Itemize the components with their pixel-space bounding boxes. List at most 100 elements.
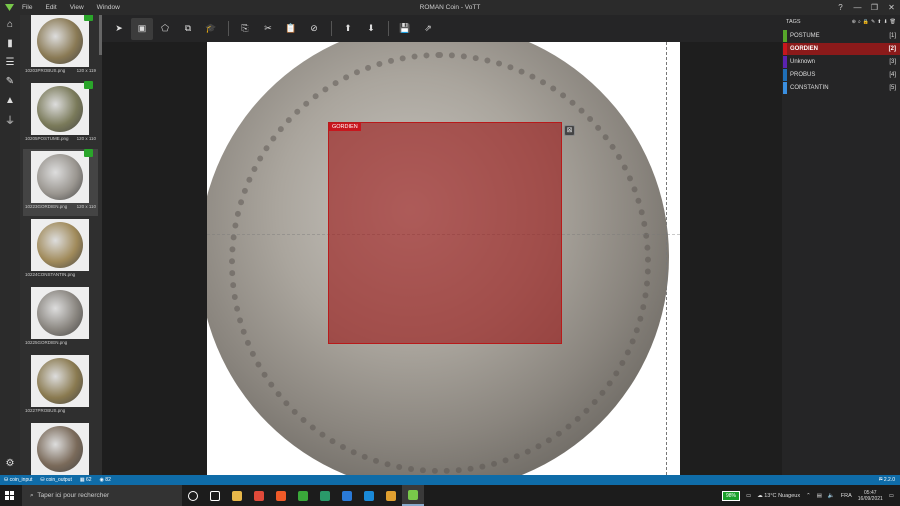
cut-icon[interactable]: ✂ xyxy=(257,18,279,40)
app-version: ⛿ 2.2.0 xyxy=(878,477,895,483)
thumbnail-image xyxy=(31,355,89,407)
edit-tag-icon[interactable]: ✎ xyxy=(871,19,875,25)
help-button[interactable]: ? xyxy=(832,0,849,15)
minimize-button[interactable]: — xyxy=(849,0,866,15)
rectangle-icon[interactable]: ▣ xyxy=(131,17,153,40)
tag-name: GORDIEN xyxy=(790,46,819,52)
battery-indicator[interactable]: 98% xyxy=(721,490,740,501)
asset-thumbnail-list: 10203PROBUS.png 120 x 119 10205POSTUME.png… xyxy=(20,15,102,475)
taskbar-app-app-circle-icon[interactable] xyxy=(314,485,336,506)
export-icon[interactable]: ⇗ xyxy=(417,18,439,40)
delete-tag-icon[interactable]: 🗑 xyxy=(890,19,896,25)
tag-item-gordien[interactable]: GORDIEN [2] xyxy=(783,43,900,55)
thumbnail-filename: 10225GORDIEN.png xyxy=(25,340,68,345)
thumbnail-size: 120 x 119 xyxy=(76,68,96,73)
asset-thumbnail[interactable]: 10225GORDIEN.png xyxy=(23,285,98,352)
search-tag-icon[interactable]: ⌕ xyxy=(858,19,861,25)
tag-item-probus[interactable]: PROBUS [4] xyxy=(783,69,900,81)
source-connection[interactable]: ⛁ coin_input xyxy=(4,477,32,483)
gear-icon[interactable]: ⚙ xyxy=(0,454,20,473)
taskbar-app-chrome-icon[interactable] xyxy=(248,485,270,506)
tray-chevron-icon[interactable]: ⌃ xyxy=(806,493,811,499)
taskbar-app-app-s-icon[interactable] xyxy=(358,485,380,506)
network-icon[interactable]: ▤ xyxy=(817,493,822,499)
tag-hotkey: [3] xyxy=(889,59,896,65)
asset-thumbnail[interactable] xyxy=(23,421,98,475)
polygon-icon[interactable]: ⬠ xyxy=(154,18,176,40)
visited-count: ◉ 82 xyxy=(99,477,111,483)
tag-name: POSTUME xyxy=(790,33,820,39)
menu-view[interactable]: View xyxy=(70,4,84,11)
task-view-icon[interactable] xyxy=(204,485,226,506)
lock-tag-icon[interactable]: 🔒 xyxy=(863,19,869,25)
asset-thumbnail[interactable]: 10224CONSTANTIN.png xyxy=(23,217,98,284)
asset-thumbnail[interactable]: 10203PROBUS.png 120 x 119 xyxy=(23,15,98,80)
asset-thumbnail[interactable]: 10223GORDIEN.png 120 x 110 xyxy=(23,149,98,216)
tag-name: Unknown xyxy=(790,59,816,65)
cortana-icon[interactable] xyxy=(182,485,204,506)
volume-icon[interactable]: 🔈 xyxy=(828,493,835,499)
clear-icon[interactable]: ⊘ xyxy=(303,18,325,40)
sliders-icon[interactable]: ☰ xyxy=(0,53,20,72)
clock[interactable]: 05:47 16/09/2021 xyxy=(858,490,883,502)
move-down-tag-icon[interactable]: ⬇ xyxy=(883,19,887,25)
weather-widget[interactable]: ☁ 13°C Nuageux xyxy=(757,493,800,499)
tagged-count: ▦ 62 xyxy=(79,477,92,483)
notifications-icon[interactable]: ▭ xyxy=(889,493,894,499)
thumbnail-image xyxy=(31,151,89,203)
crosshair-vertical xyxy=(666,42,667,475)
taskbar-app-vott-icon[interactable] xyxy=(402,485,424,506)
tagged-flag-icon xyxy=(84,149,93,157)
tag-item-unknown[interactable]: Unknown [3] xyxy=(783,56,900,68)
menu-edit[interactable]: Edit xyxy=(45,4,56,11)
tag-hotkey: [5] xyxy=(889,85,896,91)
prev-asset-icon[interactable]: ⬆ xyxy=(337,18,359,40)
toolbar-separator xyxy=(331,21,332,36)
paste-icon[interactable]: 📋 xyxy=(280,18,302,40)
bookmark-icon[interactable]: ▮ xyxy=(0,34,20,53)
region-delete-icon[interactable]: ⊠ xyxy=(564,125,575,136)
taskbar-app-chrome-2-icon[interactable] xyxy=(380,485,402,506)
tag-item-postume[interactable]: POSTUME [1] xyxy=(783,30,900,42)
menu-file[interactable]: File xyxy=(22,4,32,11)
next-asset-icon[interactable]: ⬇ xyxy=(360,18,382,40)
target-connection[interactable]: ⛁ coin_output xyxy=(40,477,71,483)
asset-thumbnail[interactable]: 10205POSTUME.png 120 x 110 xyxy=(23,81,98,148)
copy-rect-icon[interactable]: ⧉ xyxy=(177,18,199,40)
bounding-box-region[interactable]: GORDIEN ⊠ xyxy=(328,122,575,344)
left-nav: ⌂ ▮ ☰ ✎ ▲ ⏚ ⚙ xyxy=(0,15,20,475)
taskbar-app-xbox-icon[interactable] xyxy=(292,485,314,506)
home-icon[interactable]: ⌂ xyxy=(0,15,20,34)
maximize-button[interactable]: ❐ xyxy=(866,0,883,15)
image-canvas[interactable]: GORDIEN ⊠ xyxy=(207,42,680,475)
copy-icon[interactable]: ⎘ xyxy=(234,18,256,40)
thumbnail-filename: 10205POSTUME.png xyxy=(25,136,69,141)
thumbnail-image xyxy=(31,287,89,339)
thumbnail-image xyxy=(31,15,89,67)
tag-item-constantin[interactable]: CONSTANTIN [5] xyxy=(783,82,900,94)
save-icon[interactable]: 💾 xyxy=(394,18,416,40)
graduation-icon[interactable]: ▲ xyxy=(0,91,20,110)
pointer-icon[interactable]: ➤ xyxy=(108,18,130,40)
taskbar-app-brave-icon[interactable] xyxy=(270,485,292,506)
thumbnail-image xyxy=(31,423,89,475)
taskbar-app-explorer-icon[interactable] xyxy=(226,485,248,506)
plug-icon[interactable]: ⏚ xyxy=(0,110,20,129)
taskbar-search[interactable]: ⌕ Taper ici pour rechercher xyxy=(22,485,182,506)
learn-icon[interactable]: 🎓 xyxy=(200,18,222,40)
tags-panel: TAGS ⊕ ⌕ 🔒 ✎ ⬆ ⬇ 🗑 POSTUME [1] GORDIEN [2] U… xyxy=(782,15,900,475)
edit-icon[interactable]: ✎ xyxy=(0,72,20,91)
close-button[interactable]: ✕ xyxy=(883,0,900,15)
menu-window[interactable]: Window xyxy=(97,4,120,11)
thumbnail-size: 120 x 110 xyxy=(76,204,96,209)
thumbnail-image xyxy=(31,219,89,271)
add-tag-icon[interactable]: ⊕ xyxy=(852,19,856,25)
language-indicator[interactable]: FRA xyxy=(841,493,852,499)
battery-icon: ▭ xyxy=(746,492,752,499)
start-button[interactable] xyxy=(0,485,18,506)
asset-thumbnail[interactable]: 10227PROBUS.png xyxy=(23,353,98,420)
taskbar-app-vscode-icon[interactable] xyxy=(336,485,358,506)
move-up-tag-icon[interactable]: ⬆ xyxy=(877,19,881,25)
system-tray: 98% ▭ ☁ 13°C Nuageux ⌃ ▤ 🔈 FRA 05:47 16/0… xyxy=(721,485,900,506)
tagged-flag-icon xyxy=(84,81,93,89)
